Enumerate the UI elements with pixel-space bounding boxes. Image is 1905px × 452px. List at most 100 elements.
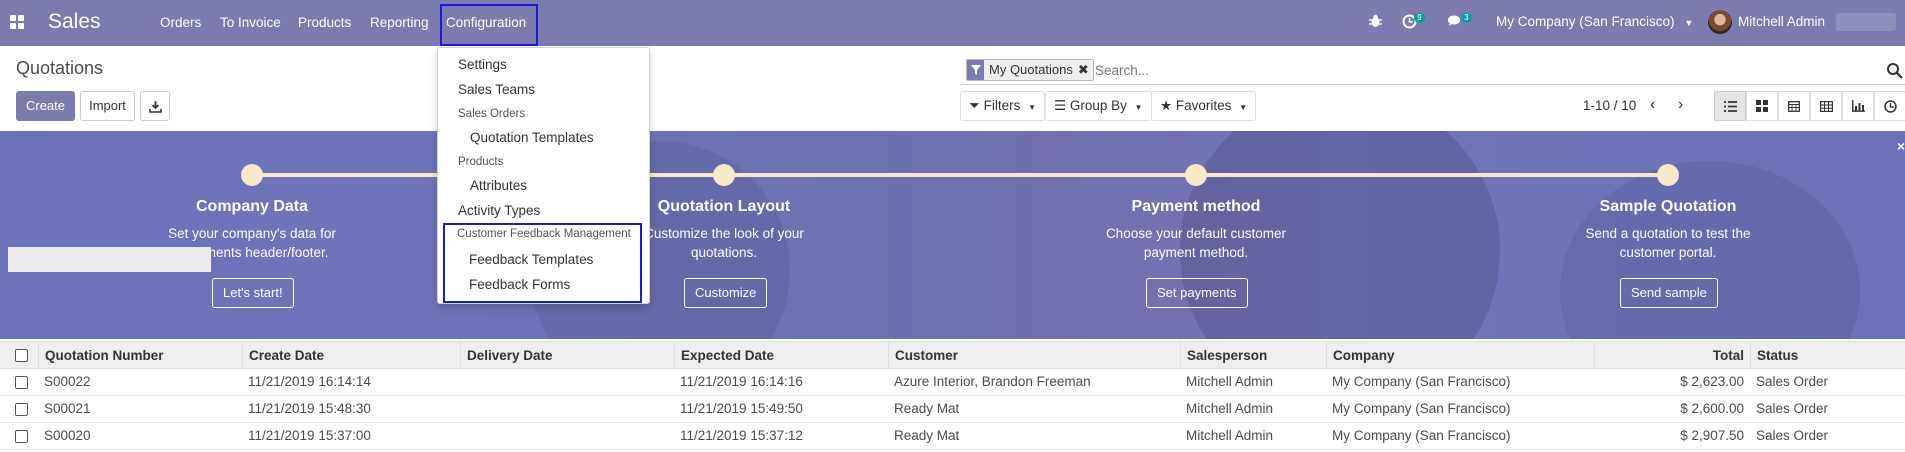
column-header[interactable]: Expected Date xyxy=(674,342,888,369)
column-header[interactable]: Create Date xyxy=(242,342,460,369)
activity-view-icon[interactable] xyxy=(1874,91,1905,121)
column-header[interactable]: Salesperson xyxy=(1180,342,1326,369)
menu-orders[interactable]: Orders xyxy=(160,15,201,30)
set-payments-button[interactable]: Set payments xyxy=(1146,278,1248,308)
apps-grid-icon[interactable] xyxy=(10,15,24,29)
avatar[interactable] xyxy=(1708,10,1732,34)
customize-button[interactable]: Customize xyxy=(684,278,768,308)
download-button[interactable] xyxy=(140,91,170,121)
company: My Company (San Francisco) xyxy=(1332,428,1511,443)
lets-start-button[interactable]: Let's start! xyxy=(212,278,294,308)
status: Sales Order xyxy=(1756,401,1829,416)
select-all-checkbox[interactable] xyxy=(15,349,28,362)
redacted-block xyxy=(1836,13,1896,31)
user-name[interactable]: Mitchell Admin xyxy=(1738,14,1825,29)
pager-value[interactable]: 1-10 / 10 xyxy=(1583,98,1636,113)
groupby-label: Group By xyxy=(1069,98,1127,113)
onboarding-banner: Company Data Set your company's data for… xyxy=(0,131,1905,339)
column-header[interactable]: Delivery Date xyxy=(460,342,674,369)
row-checkbox[interactable] xyxy=(15,376,28,389)
row-checkbox[interactable] xyxy=(15,430,28,443)
total: $ 2,623.00 xyxy=(1680,374,1744,389)
table-row[interactable]: S00021 11/21/2019 15:48:30 11/21/2019 15… xyxy=(0,396,1905,423)
close-banner-icon[interactable]: × xyxy=(1897,138,1905,154)
create-date: 11/21/2019 15:48:30 xyxy=(248,401,371,416)
status: Sales Order xyxy=(1756,374,1829,389)
breadcrumb[interactable]: Quotations xyxy=(16,58,103,79)
favorites-button[interactable]: ★ Favorites ▼ xyxy=(1151,91,1257,121)
menu-reporting[interactable]: Reporting xyxy=(370,15,429,30)
step-description-line: Send a quotation to test the xyxy=(1585,226,1751,241)
salesperson: Mitchell Admin xyxy=(1186,374,1274,389)
configuration-highlight-box xyxy=(440,4,538,46)
column-header[interactable]: Status xyxy=(1750,342,1890,369)
table-row[interactable]: S00020 11/21/2019 15:37:00 11/21/2019 15… xyxy=(0,423,1905,450)
send-sample-button[interactable]: Send sample xyxy=(1620,278,1718,308)
total: $ 2,600.00 xyxy=(1680,401,1744,416)
step-description-line: customer portal. xyxy=(1619,245,1717,260)
step-description: Choose your default customer payment met… xyxy=(1076,224,1316,262)
graph-view-icon[interactable] xyxy=(1842,91,1874,121)
menu-item-quotation-templates[interactable]: Quotation Templates xyxy=(470,130,594,145)
app-brand[interactable]: Sales xyxy=(48,10,101,34)
menu-item-sales-teams[interactable]: Sales Teams xyxy=(458,82,535,97)
delivery-date xyxy=(460,423,466,449)
pivot-view-icon[interactable] xyxy=(1810,91,1842,121)
menu-to-invoice[interactable]: To Invoice xyxy=(220,15,281,30)
table-header: Quotation Number Create Date Delivery Da… xyxy=(0,341,1905,369)
list-view-icon[interactable] xyxy=(1714,91,1746,121)
search-icon[interactable] xyxy=(1886,62,1903,79)
column-header[interactable]: Customer xyxy=(888,342,1180,369)
top-navbar: Sales Orders To Invoice Products Reporti… xyxy=(0,0,1905,46)
star-icon: ★ xyxy=(1160,98,1173,113)
company: My Company (San Francisco) xyxy=(1332,374,1511,389)
step-dot xyxy=(1657,164,1679,186)
step-dot xyxy=(241,164,263,186)
caret-down-icon: ▼ xyxy=(1684,18,1694,28)
menu-item-attributes[interactable]: Attributes xyxy=(470,178,527,193)
groupby-button[interactable]: ☰ Group By ▼ xyxy=(1045,91,1152,121)
delivery-date xyxy=(460,396,466,422)
caret-down-icon: ▼ xyxy=(1134,103,1143,112)
message-count-badge: 3 xyxy=(1461,13,1472,23)
search-facet[interactable]: My Quotations ✖ xyxy=(966,59,1094,81)
customer: Azure Interior, Brandon Freeman xyxy=(894,374,1091,389)
quotations-table: Quotation Number Create Date Delivery Da… xyxy=(0,341,1905,450)
column-header[interactable]: Total xyxy=(1594,342,1750,369)
filters-label: Filters xyxy=(983,98,1021,113)
company-switcher[interactable]: My Company (San Francisco) ▼ xyxy=(1496,14,1693,29)
step-dot xyxy=(1185,164,1207,186)
table-row[interactable]: S00022 11/21/2019 16:14:14 11/21/2019 16… xyxy=(0,369,1905,396)
filters-button[interactable]: ⏷ Filters ▼ xyxy=(960,91,1046,121)
menu-products[interactable]: Products xyxy=(298,15,351,30)
quotation-number: S00022 xyxy=(44,374,91,389)
delivery-date xyxy=(460,369,466,395)
search-input[interactable]: Search... xyxy=(1095,63,1149,78)
download-icon xyxy=(148,101,162,113)
kanban-view-icon[interactable] xyxy=(1746,91,1778,121)
create-button[interactable]: Create xyxy=(16,91,75,121)
bug-icon[interactable] xyxy=(1369,14,1382,28)
quotation-number: S00021 xyxy=(44,401,91,416)
pager-next-icon[interactable]: › xyxy=(1678,96,1683,114)
menu-item-activity-types[interactable]: Activity Types xyxy=(458,203,540,218)
menu-section-sales-orders: Sales Orders xyxy=(458,108,526,120)
facet-remove-icon[interactable]: ✖ xyxy=(1076,60,1093,80)
step-dot xyxy=(713,164,735,186)
pager-previous-icon[interactable]: ‹ xyxy=(1650,96,1655,114)
filter-icon: ⏷ xyxy=(969,98,980,113)
menu-item-settings[interactable]: Settings xyxy=(458,57,507,72)
create-date: 11/21/2019 16:14:14 xyxy=(248,374,371,389)
customer: Ready Mat xyxy=(894,428,960,443)
step-title: Company Data xyxy=(195,198,309,215)
total: $ 2,907.50 xyxy=(1680,428,1744,443)
bars-icon: ☰ xyxy=(1054,98,1067,113)
row-checkbox[interactable] xyxy=(15,403,28,416)
menu-item-hover-highlight xyxy=(8,247,211,272)
search-bar[interactable]: My Quotations ✖ Search... xyxy=(960,57,1905,85)
import-button[interactable]: Import xyxy=(80,91,135,121)
column-header[interactable]: Quotation Number xyxy=(38,342,242,369)
expected-date: 11/21/2019 16:14:16 xyxy=(680,374,803,389)
calendar-view-icon[interactable] xyxy=(1778,91,1810,121)
column-header[interactable]: Company xyxy=(1326,342,1594,369)
